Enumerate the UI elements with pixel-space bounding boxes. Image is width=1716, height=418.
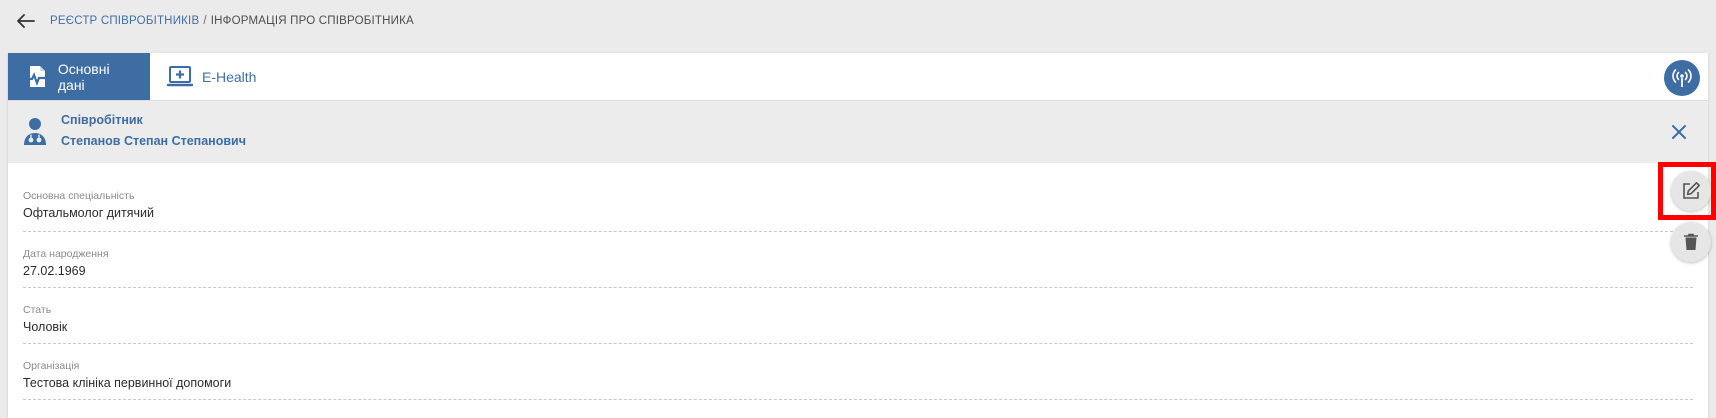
- breadcrumb-link-employees[interactable]: Реєстр співробітників: [50, 15, 199, 27]
- highlight-frame: [1658, 162, 1716, 220]
- field-birth-date-value: 27.02.1969: [23, 264, 86, 278]
- field-specialty-value: Офтальмолог дитячий: [23, 206, 155, 220]
- signal-button[interactable]: [1664, 60, 1700, 96]
- back-button[interactable]: [12, 7, 40, 35]
- field-gender: Стать Чоловік: [23, 288, 1693, 344]
- employee-card: Основні дані E-Health Співробітник Степа…: [8, 53, 1708, 418]
- field-gender-label: Стать: [23, 304, 52, 316]
- field-specialty-label: Основна спеціальність: [23, 190, 135, 202]
- employee-details: Основна спеціальність Офтальмолог дитячи…: [23, 176, 1693, 400]
- breadcrumb-current: Інформація про співробітника: [210, 15, 414, 27]
- tab-bar: Основні дані E-Health: [8, 53, 1708, 101]
- trash-icon: [1684, 233, 1698, 250]
- employee-name: Степанов Степан Степанович: [61, 134, 246, 148]
- field-birth-date-label: Дата народження: [23, 248, 109, 260]
- field-organization-value: Тестова клініка первинної допомоги: [23, 376, 232, 390]
- tab-ehealth[interactable]: E-Health: [150, 53, 272, 100]
- close-icon: [1672, 125, 1686, 139]
- doctor-icon: [24, 118, 46, 145]
- field-organization: Організація Тестова клініка первинної до…: [23, 344, 1693, 400]
- tab-ehealth-label: E-Health: [202, 68, 257, 85]
- employee-role: Співробітник: [61, 113, 143, 127]
- monitor-plus-icon: [166, 63, 194, 91]
- breadcrumb: Реєстр співробітників / Інформація про спі…: [0, 0, 1716, 42]
- field-specialty: Основна спеціальність Офтальмолог дитячи…: [23, 176, 1693, 232]
- tab-main-data[interactable]: Основні дані: [8, 53, 150, 100]
- antenna-signal-icon: [1672, 69, 1692, 87]
- breadcrumb-separator: /: [203, 15, 207, 27]
- field-organization-label: Організація: [23, 360, 80, 372]
- delete-button[interactable]: [1671, 222, 1711, 262]
- field-birth-date: Дата народження 27.02.1969: [23, 232, 1693, 288]
- close-button[interactable]: [1668, 121, 1690, 143]
- employee-header: Співробітник Степанов Степан Степанович: [8, 101, 1708, 163]
- tab-main-data-label: Основні дані: [57, 60, 110, 93]
- arrow-left-icon: [17, 14, 35, 28]
- document-pulse-icon: [24, 63, 50, 91]
- field-gender-value: Чоловік: [23, 320, 68, 334]
